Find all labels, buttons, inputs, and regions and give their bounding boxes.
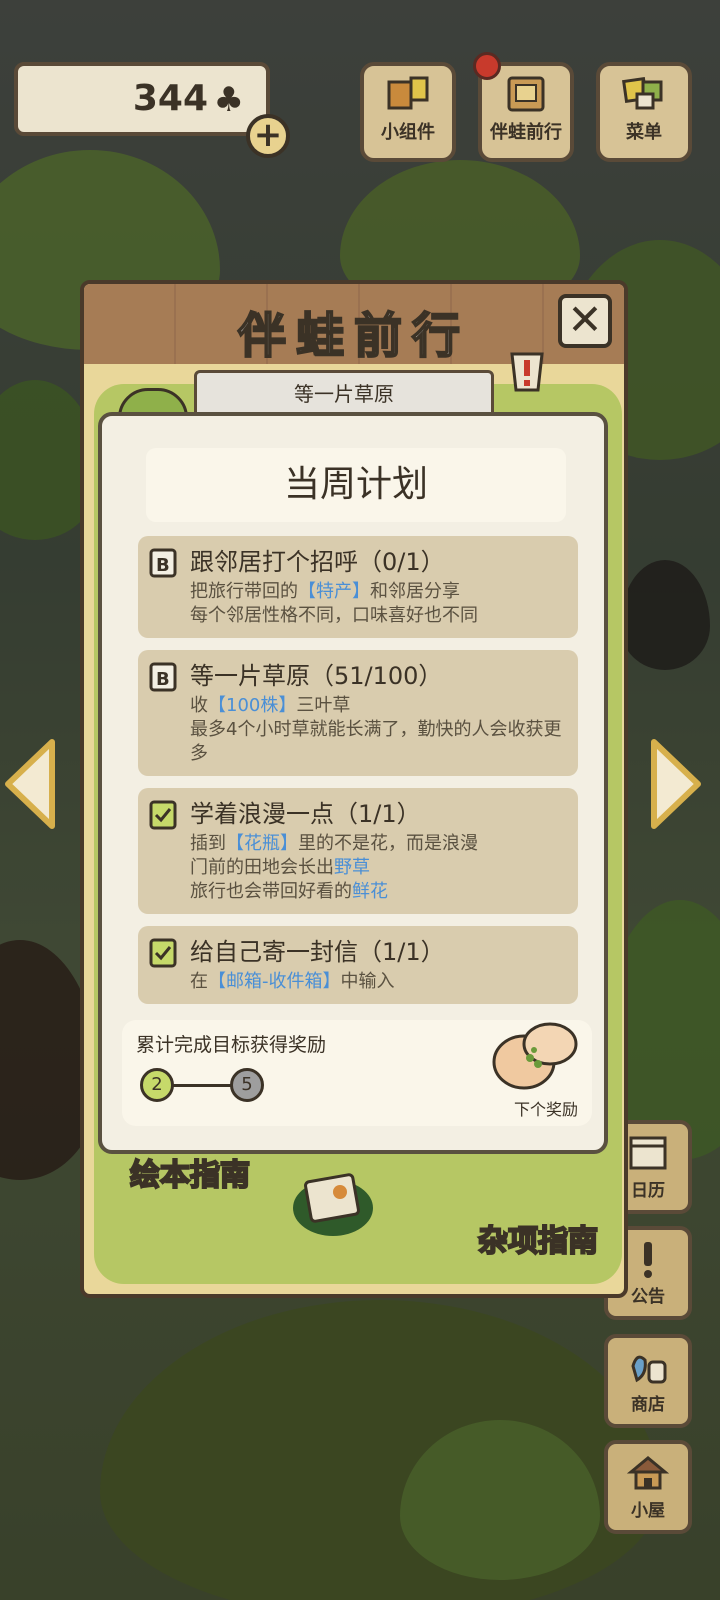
task-item[interactable]: 学着浪漫一点（1/1） 插到【花瓶】里的不是花，而是浪漫 门前的田地会长出野草 …	[138, 788, 578, 914]
next-page-arrow[interactable]	[648, 738, 704, 830]
guide-card-icon[interactable]	[290, 1164, 376, 1240]
task-item[interactable]: B 等一片草原（51/100） 收【100株】三叶草 最多4个小时草就能长满了，…	[138, 650, 578, 776]
bun-reward-icon[interactable]	[492, 1020, 582, 1092]
clover-counter: 344 ♣	[14, 62, 270, 136]
previous-page-arrow[interactable]	[2, 738, 58, 830]
calendar-icon	[629, 1136, 667, 1170]
shop-icon	[631, 1355, 667, 1384]
task-done-icon	[149, 800, 177, 830]
reward-title: 累计完成目标获得奖励	[136, 1034, 327, 1056]
house-button[interactable]: 小屋	[604, 1440, 692, 1534]
task-title: 学着浪漫一点（1/1）	[190, 800, 421, 828]
alert-icon	[510, 352, 544, 392]
widget-button[interactable]: 小组件	[360, 62, 456, 162]
widget-button-label: 小组件	[381, 122, 435, 143]
task-description: 在【邮箱-收件箱】中输入	[190, 971, 395, 992]
task-done-icon	[149, 938, 177, 968]
weekly-plan-title: 当周计划	[146, 448, 566, 522]
clover-count: 344	[132, 78, 208, 119]
task-title: 等一片草原（51/100）	[190, 662, 443, 690]
task-title: 跟邻居打个招呼（0/1）	[190, 548, 445, 576]
journey-book-icon	[507, 76, 545, 112]
task-title: 给自己寄一封信（1/1）	[190, 938, 445, 966]
clover-icon: ♣	[213, 80, 244, 120]
task-item[interactable]: 给自己寄一封信（1/1） 在【邮箱-收件箱】中输入	[138, 926, 578, 1004]
picture-book-guide[interactable]: 绘本指南	[129, 1150, 251, 1194]
goal-banner: 等一片草原	[194, 370, 494, 418]
task-item[interactable]: B 跟邻居打个招呼（0/1） 把旅行带回的【特产】和邻居分享 每个邻居性格不同，…	[138, 536, 578, 638]
menu-icon	[622, 77, 663, 110]
svg-text:B: B	[156, 669, 170, 690]
task-pending-icon: B	[149, 662, 177, 692]
task-description: 把旅行带回的【特产】和邻居分享 每个邻居性格不同，口味喜好也不同	[190, 581, 478, 626]
progress-target: 5	[230, 1068, 264, 1102]
widget-icon	[387, 76, 429, 110]
house-icon	[627, 1456, 669, 1490]
journey-button-label: 伴蛙前行	[490, 122, 562, 143]
progress-current: 2	[140, 1068, 174, 1102]
task-list[interactable]: B 跟邻居打个招呼（0/1） 把旅行带回的【特产】和邻居分享 每个邻居性格不同，…	[138, 536, 578, 1004]
notification-dot	[473, 52, 501, 80]
task-description: 插到【花瓶】里的不是花，而是浪漫 门前的田地会长出野草 旅行也会带回好看的鲜花	[190, 833, 478, 902]
reward-progress: 累计完成目标获得奖励 2 5 下个奖励	[122, 1020, 592, 1126]
next-reward-label: 下个奖励	[513, 1100, 578, 1119]
close-button[interactable]: ✕	[558, 294, 612, 348]
shop-label: 商店	[631, 1395, 665, 1415]
shop-button[interactable]: 商店	[604, 1334, 692, 1428]
svg-text:B: B	[156, 555, 170, 576]
weekly-plan-card: 当周计划 B 跟邻居打个招呼（0/1） 把旅行带回的【特产】和邻居分享 每个邻居…	[98, 412, 608, 1154]
house-label: 小屋	[631, 1501, 665, 1521]
notice-icon	[644, 1242, 652, 1278]
menu-button[interactable]: 菜单	[596, 62, 692, 162]
menu-button-label: 菜单	[626, 122, 662, 143]
add-clover-button[interactable]: +	[246, 114, 290, 158]
task-pending-icon: B	[149, 548, 177, 578]
misc-guide[interactable]: 杂项指南	[477, 1216, 599, 1260]
task-description: 收【100株】三叶草 最多4个小时草就能长满了，勤快的人会收获更多	[190, 695, 562, 764]
